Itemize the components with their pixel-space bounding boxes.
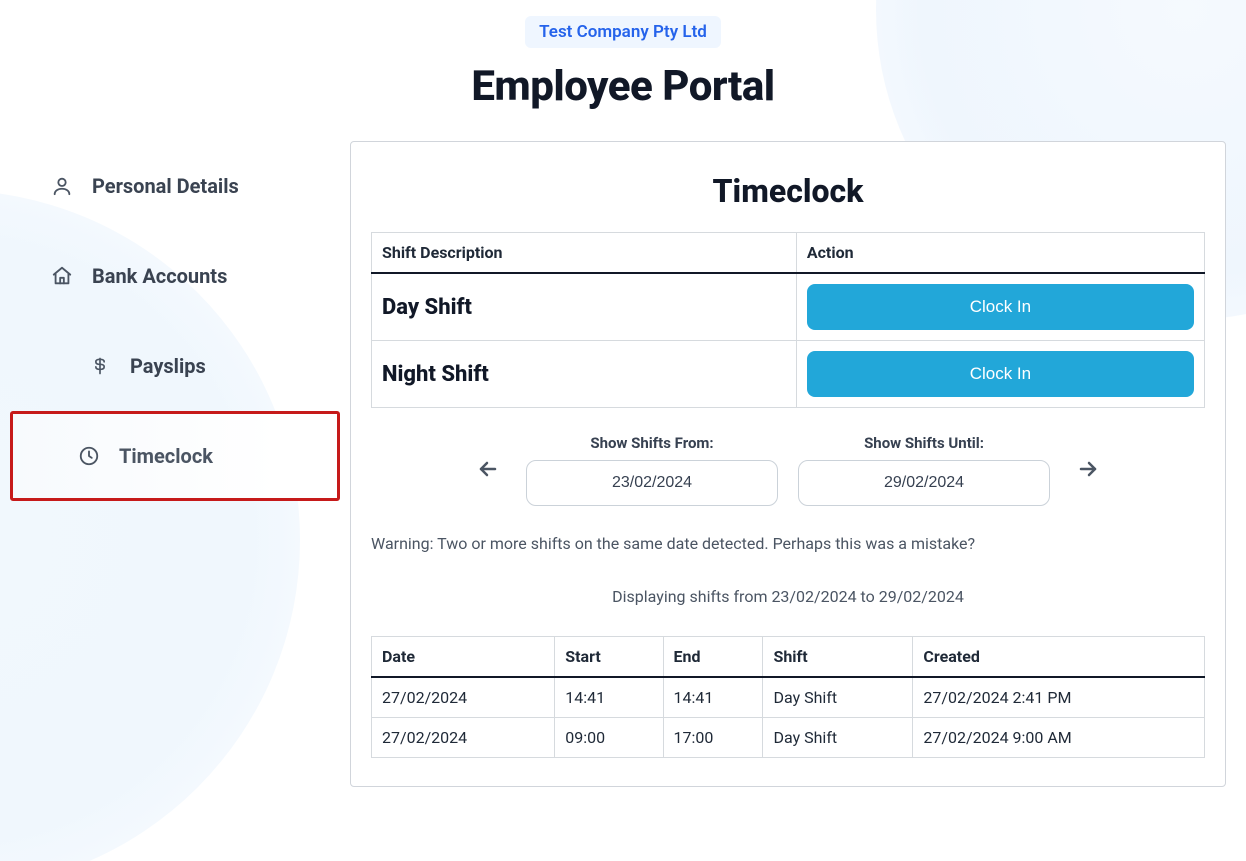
cell-shift: Day Shift bbox=[763, 718, 913, 758]
warning-text: Warning: Two or more shifts on the same … bbox=[371, 534, 1205, 553]
sidebar-item-timeclock[interactable]: Timeclock bbox=[10, 411, 340, 501]
user-icon bbox=[50, 175, 74, 197]
shift-row: Day Shift Clock In bbox=[372, 273, 1205, 341]
until-group: Show Shifts Until: bbox=[798, 434, 1050, 506]
shifts-from-input[interactable] bbox=[526, 460, 778, 506]
col-action: Action bbox=[796, 233, 1204, 274]
arrow-right-icon bbox=[1076, 469, 1100, 484]
timeclock-panel: Timeclock Shift Description Action Day S… bbox=[350, 141, 1226, 787]
table-row: 27/02/2024 09:00 17:00 Day Shift 27/02/2… bbox=[372, 718, 1205, 758]
dollar-icon bbox=[88, 356, 112, 376]
shift-action-table: Shift Description Action Day Shift Clock… bbox=[371, 232, 1205, 408]
cell-created: 27/02/2024 9:00 AM bbox=[913, 718, 1205, 758]
date-range-row: Show Shifts From: Show Shifts Until: bbox=[371, 434, 1205, 506]
cell-shift: Day Shift bbox=[763, 677, 913, 718]
sidebar-item-payslips[interactable]: Payslips bbox=[10, 321, 340, 411]
clock-icon bbox=[77, 445, 101, 467]
col-start: Start bbox=[555, 637, 663, 678]
cell-created: 27/02/2024 2:41 PM bbox=[913, 677, 1205, 718]
sidebar-item-label: Personal Details bbox=[92, 174, 239, 198]
table-row: 27/02/2024 14:41 14:41 Day Shift 27/02/2… bbox=[372, 677, 1205, 718]
col-date: Date bbox=[372, 637, 555, 678]
col-end: End bbox=[663, 637, 763, 678]
shift-name: Night Shift bbox=[382, 362, 489, 387]
cell-end: 14:41 bbox=[663, 677, 763, 718]
displaying-text: Displaying shifts from 23/02/2024 to 29/… bbox=[371, 587, 1205, 606]
shift-row: Night Shift Clock In bbox=[372, 341, 1205, 408]
clock-in-button[interactable]: Clock In bbox=[807, 284, 1194, 330]
company-chip: Test Company Pty Ltd bbox=[525, 16, 721, 48]
col-created: Created bbox=[913, 637, 1205, 678]
sidebar-item-label: Bank Accounts bbox=[92, 264, 227, 288]
shift-name: Day Shift bbox=[382, 295, 472, 320]
page-title: Employee Portal bbox=[0, 62, 1246, 111]
shift-log-table: Date Start End Shift Created 27/02/2024 … bbox=[371, 636, 1205, 758]
prev-range-button[interactable] bbox=[470, 451, 506, 490]
col-shift: Shift bbox=[763, 637, 913, 678]
home-icon bbox=[50, 265, 74, 287]
cell-start: 14:41 bbox=[555, 677, 663, 718]
cell-start: 09:00 bbox=[555, 718, 663, 758]
sidebar-item-label: Timeclock bbox=[119, 444, 213, 468]
cell-date: 27/02/2024 bbox=[372, 718, 555, 758]
shifts-until-input[interactable] bbox=[798, 460, 1050, 506]
from-group: Show Shifts From: bbox=[526, 434, 778, 506]
next-range-button[interactable] bbox=[1070, 451, 1106, 490]
cell-end: 17:00 bbox=[663, 718, 763, 758]
from-label: Show Shifts From: bbox=[590, 434, 713, 452]
until-label: Show Shifts Until: bbox=[864, 434, 984, 452]
col-shift-description: Shift Description bbox=[372, 233, 797, 274]
sidebar-item-bank-accounts[interactable]: Bank Accounts bbox=[10, 231, 340, 321]
sidebar-item-personal-details[interactable]: Personal Details bbox=[10, 141, 340, 231]
sidebar: Personal Details Bank Accounts Payslips … bbox=[10, 141, 350, 501]
panel-title: Timeclock bbox=[371, 172, 1205, 210]
clock-in-button[interactable]: Clock In bbox=[807, 351, 1194, 397]
arrow-left-icon bbox=[476, 469, 500, 484]
sidebar-item-label: Payslips bbox=[130, 354, 206, 378]
cell-date: 27/02/2024 bbox=[372, 677, 555, 718]
